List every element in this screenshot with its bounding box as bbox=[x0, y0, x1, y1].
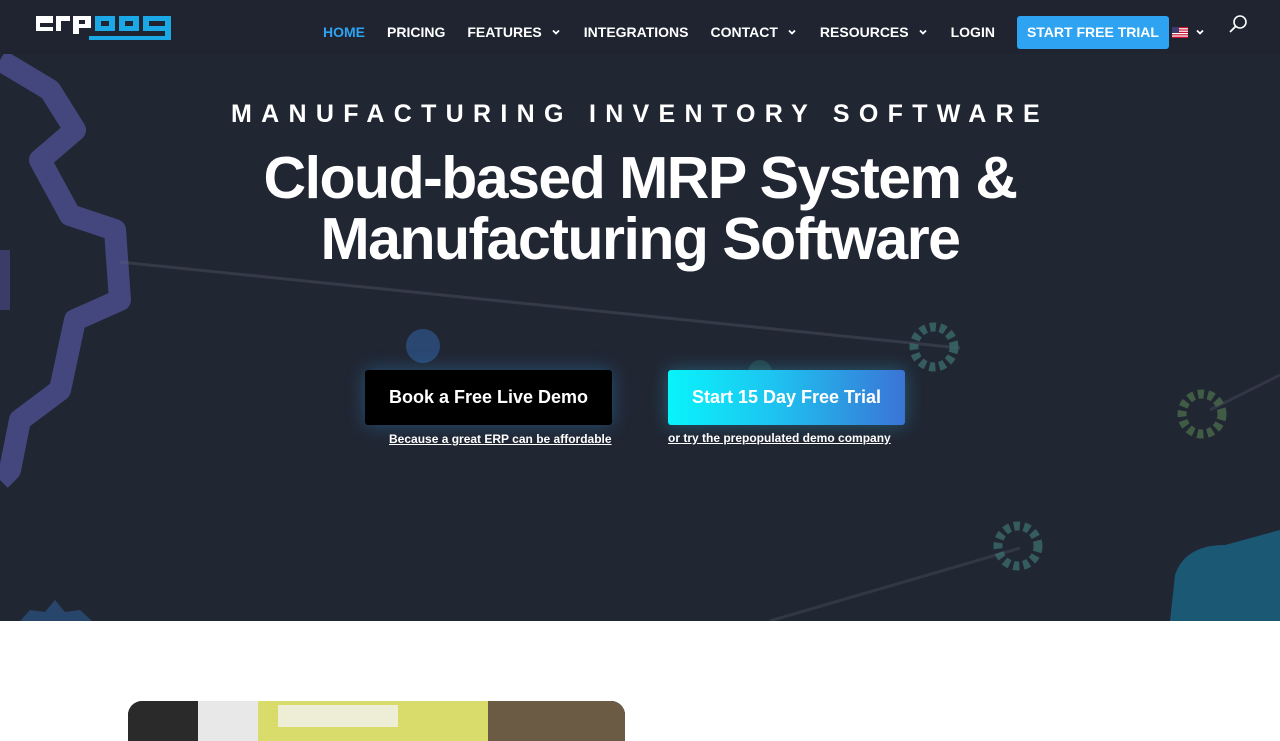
chevron-down-icon bbox=[788, 29, 796, 35]
start-free-trial-button[interactable]: START FREE TRIAL bbox=[1016, 15, 1169, 49]
chevron-down-icon bbox=[918, 29, 927, 35]
book-demo-button[interactable]: Book a Free Live Demo bbox=[365, 370, 612, 425]
hero-headline: Cloud-based MRP System & Manufacturing S… bbox=[0, 148, 1280, 270]
nav-login-label: LOGIN bbox=[950, 24, 995, 40]
nav-features[interactable]: FEATURES bbox=[456, 15, 572, 49]
nav-home-label: HOME bbox=[323, 24, 365, 40]
nav-resources-label: RESOURCES bbox=[819, 24, 909, 40]
affordable-erp-link[interactable]: Because a great ERP can be affordable bbox=[389, 432, 612, 446]
nav-integrations[interactable]: INTEGRATIONS bbox=[573, 15, 700, 49]
gear-network-background bbox=[0, 50, 1280, 621]
top-navigation-bar: HOME PRICING FEATURES INTEGRATIONS CONTA… bbox=[0, 0, 1280, 54]
product-screenshot-art bbox=[128, 701, 625, 741]
hero-headline-line2: Manufacturing Software bbox=[320, 206, 962, 272]
nav-features-label: FEATURES bbox=[467, 24, 542, 40]
nav-home[interactable]: HOME bbox=[312, 15, 376, 49]
nav-login[interactable]: LOGIN bbox=[940, 15, 1006, 49]
hero-section bbox=[0, 0, 1280, 621]
search-icon[interactable] bbox=[1228, 14, 1248, 34]
hero-eyebrow: MANUFACTURING INVENTORY SOFTWARE bbox=[231, 100, 1049, 128]
chevron-down-icon bbox=[552, 29, 560, 35]
main-nav: HOME PRICING FEATURES INTEGRATIONS CONTA… bbox=[312, 15, 1206, 49]
demo-company-link[interactable]: or try the prepopulated demo company bbox=[668, 431, 891, 445]
start-15-day-trial-button[interactable]: Start 15 Day Free Trial bbox=[668, 370, 905, 425]
nav-integrations-label: INTEGRATIONS bbox=[583, 24, 689, 40]
erpag-logo[interactable] bbox=[33, 10, 177, 44]
nav-contact-label: CONTACT bbox=[710, 24, 778, 40]
nav-pricing-label: PRICING bbox=[387, 24, 446, 40]
nav-pricing[interactable]: PRICING bbox=[376, 15, 456, 49]
nav-resources[interactable]: RESOURCES bbox=[809, 15, 940, 49]
hero-headline-line1: Cloud-based MRP System & bbox=[263, 145, 1018, 211]
language-selector[interactable] bbox=[1171, 15, 1206, 49]
chevron-down-icon bbox=[1196, 29, 1204, 35]
nav-contact[interactable]: CONTACT bbox=[700, 15, 809, 49]
us-flag-icon bbox=[1171, 26, 1188, 38]
product-screenshot-image bbox=[128, 701, 625, 741]
